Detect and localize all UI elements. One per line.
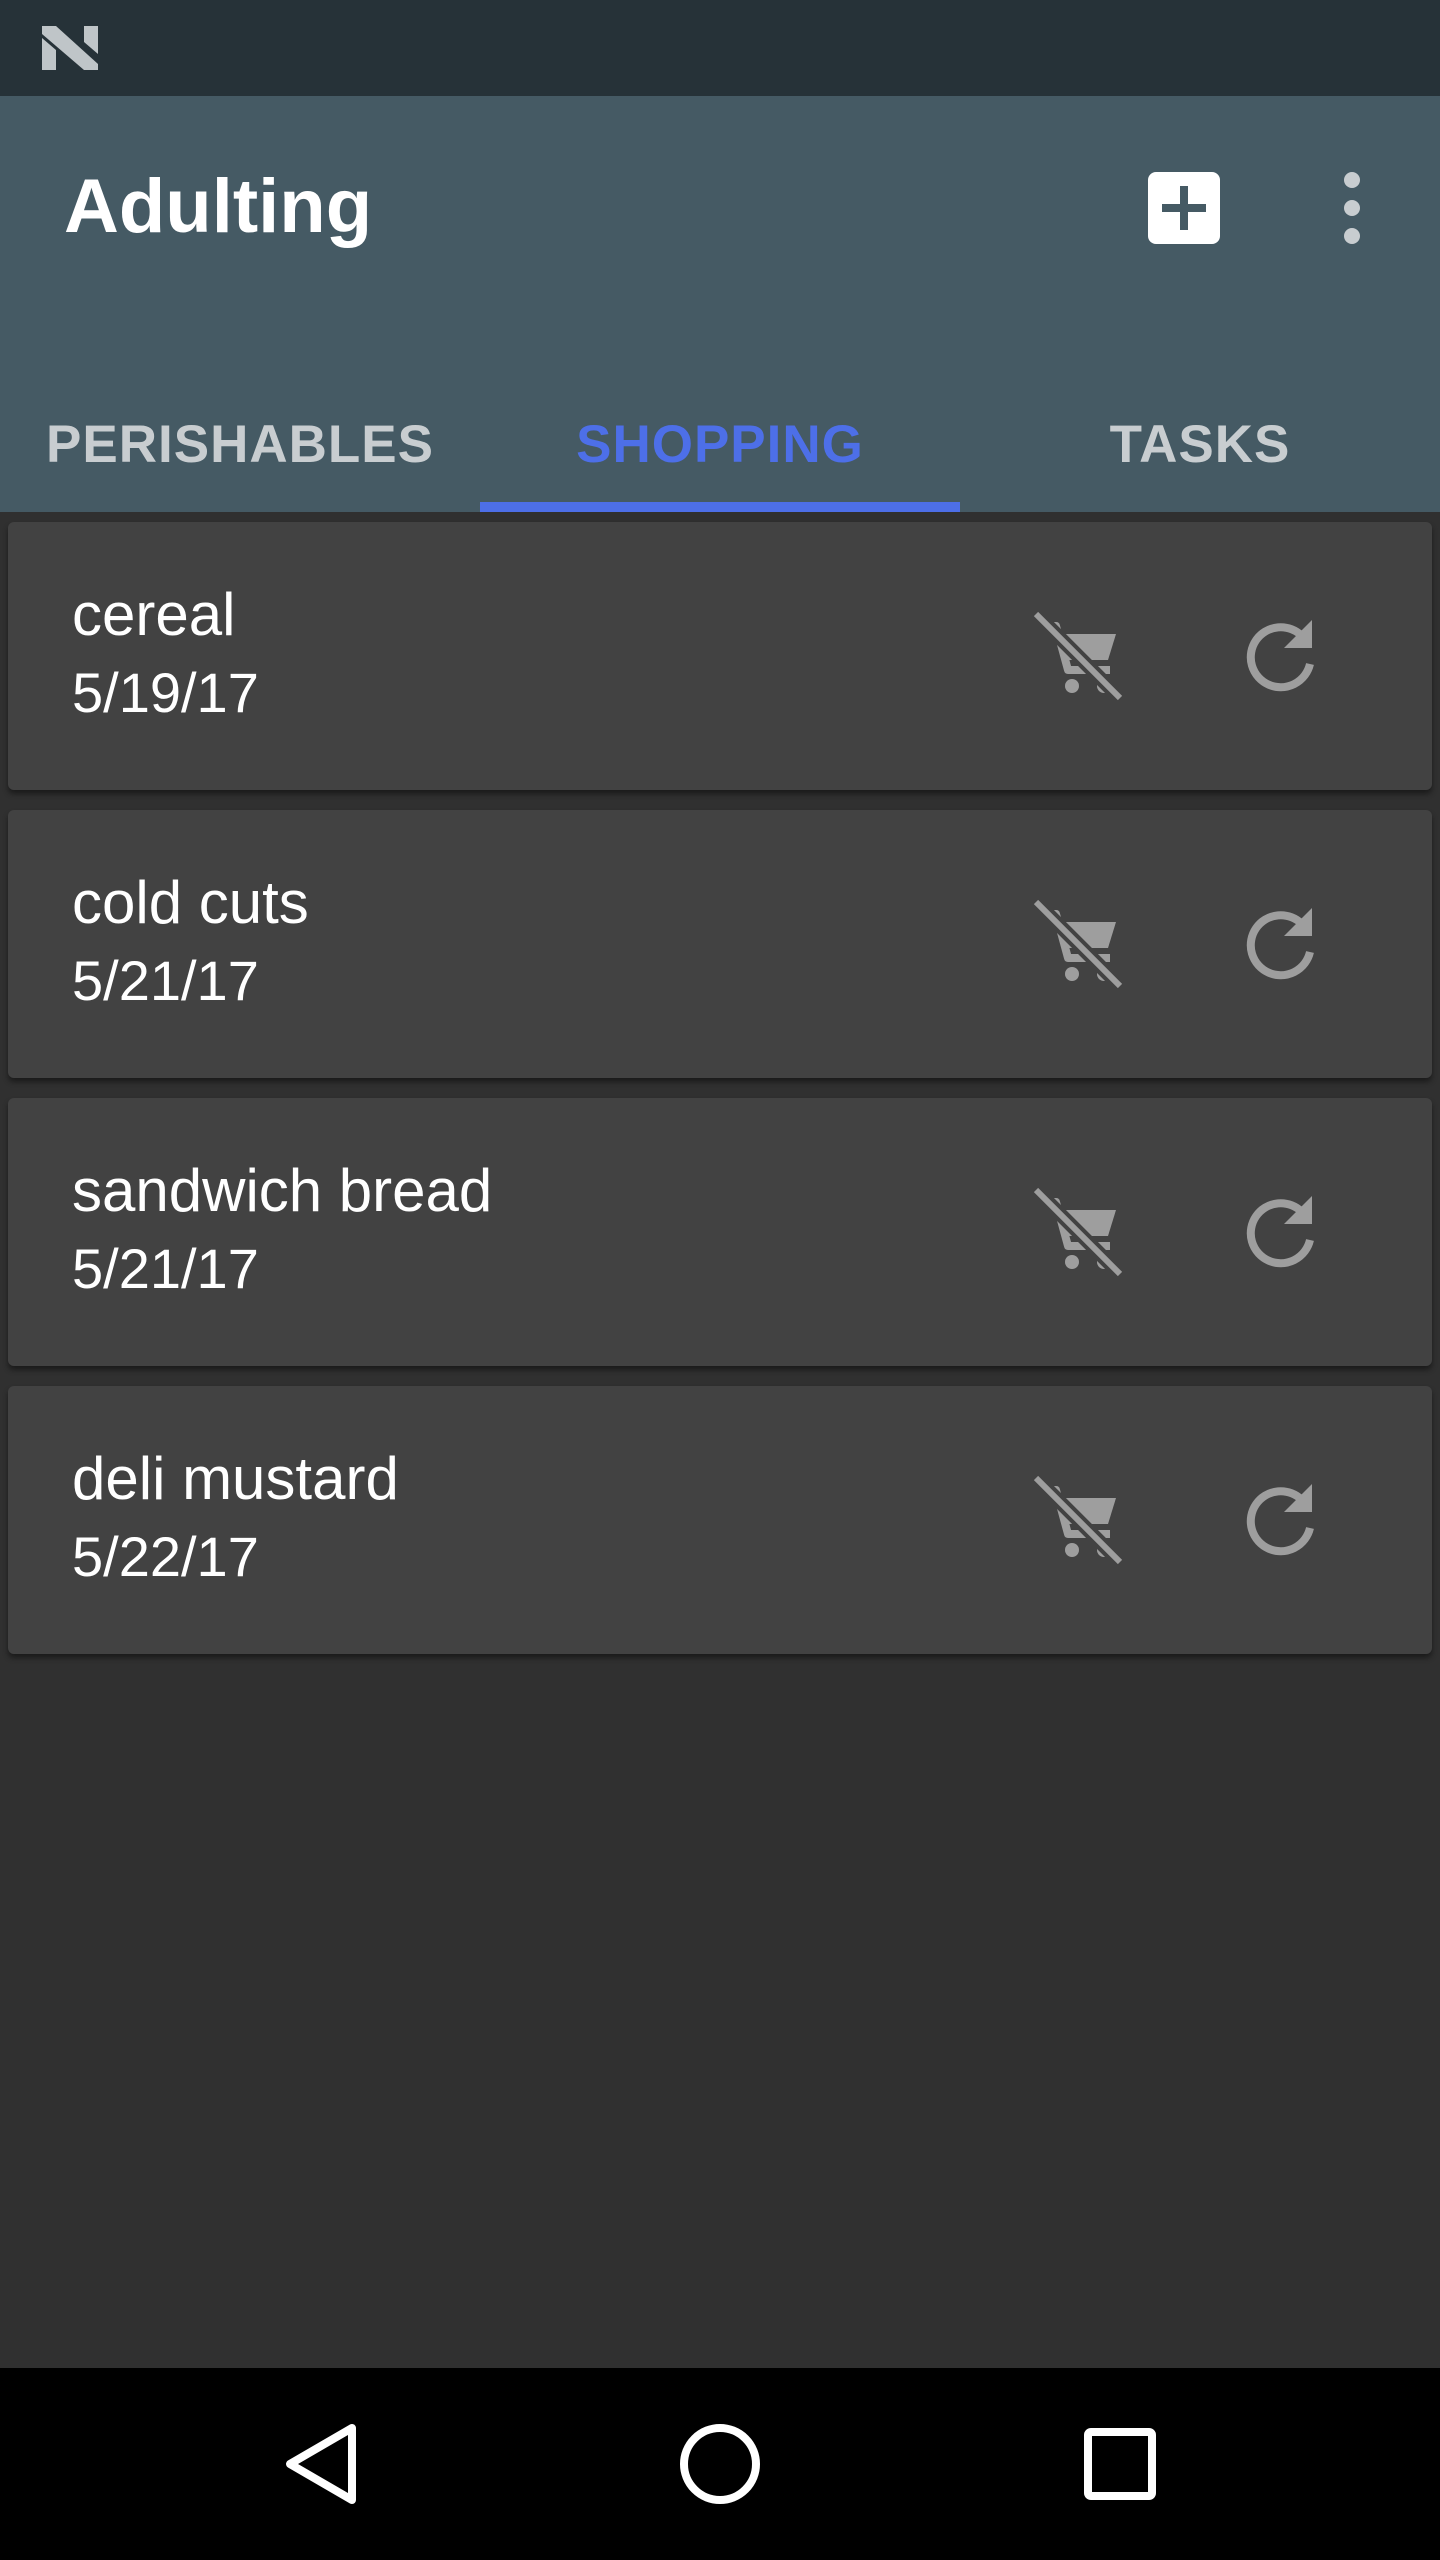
remove-shopping-cart-icon: [1028, 606, 1128, 706]
refresh-icon: [1230, 894, 1330, 994]
selected-tab-indicator: [480, 502, 960, 512]
app-bar: Adulting PERISHABLES SHOPPING TASKS: [0, 96, 1440, 512]
remove-from-cart-button[interactable]: [1028, 1182, 1128, 1282]
refresh-button[interactable]: [1230, 1470, 1330, 1570]
item-name: deli mustard: [72, 1445, 399, 1512]
tab-perishables[interactable]: PERISHABLES: [0, 376, 480, 512]
home-button[interactable]: [670, 2414, 770, 2514]
item-date: 5/19/17: [72, 661, 259, 724]
refresh-button[interactable]: [1230, 1182, 1330, 1282]
item-name: cold cuts: [72, 869, 309, 936]
item-name: sandwich bread: [72, 1157, 493, 1224]
add-button[interactable]: [1144, 168, 1224, 248]
overflow-menu-button[interactable]: [1316, 168, 1388, 248]
tab-shopping[interactable]: SHOPPING: [480, 376, 960, 512]
navigation-bar: [0, 2368, 1440, 2560]
refresh-button[interactable]: [1230, 606, 1330, 706]
item-date: 5/21/17: [72, 1237, 259, 1300]
tab-tasks[interactable]: TASKS: [960, 376, 1440, 512]
back-button[interactable]: [270, 2414, 370, 2514]
app-title: Adulting: [64, 164, 373, 249]
back-icon: [270, 2414, 370, 2514]
n-logo-icon: [40, 24, 100, 72]
list-item[interactable]: deli mustard 5/22/17: [8, 1386, 1432, 1654]
refresh-button[interactable]: [1230, 894, 1330, 994]
item-date: 5/21/17: [72, 949, 259, 1012]
home-icon: [670, 2414, 770, 2514]
list-item[interactable]: sandwich bread 5/21/17: [8, 1098, 1432, 1366]
recents-button[interactable]: [1070, 2414, 1170, 2514]
remove-from-cart-button[interactable]: [1028, 1470, 1128, 1570]
list-item[interactable]: cereal 5/19/17: [8, 522, 1432, 790]
remove-shopping-cart-icon: [1028, 1182, 1128, 1282]
refresh-icon: [1230, 1182, 1330, 1282]
remove-from-cart-button[interactable]: [1028, 894, 1128, 994]
more-vert-icon: [1316, 168, 1388, 248]
recents-icon: [1070, 2414, 1170, 2514]
refresh-icon: [1230, 1470, 1330, 1570]
add-box-icon: [1144, 168, 1224, 248]
remove-shopping-cart-icon: [1028, 1470, 1128, 1570]
item-date: 5/22/17: [72, 1525, 259, 1588]
remove-shopping-cart-icon: [1028, 894, 1128, 994]
item-name: cereal: [72, 581, 236, 648]
remove-from-cart-button[interactable]: [1028, 606, 1128, 706]
refresh-icon: [1230, 606, 1330, 706]
status-bar: [0, 0, 1440, 96]
list-item[interactable]: cold cuts 5/21/17: [8, 810, 1432, 1078]
